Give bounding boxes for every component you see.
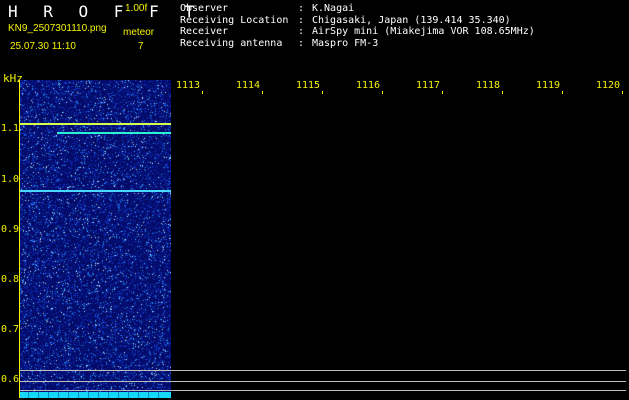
y-tick-0-7: 0.7: [1, 324, 20, 335]
observer-value: K.Nagai: [312, 3, 355, 14]
capture-datetime: 25.07.30 11:10: [10, 41, 76, 52]
signal-floor-tick: [98, 392, 99, 398]
spectrogram-panel: [20, 80, 171, 398]
x-tick-1117: 1117: [416, 80, 441, 91]
baseline-grid-2: [20, 381, 626, 382]
signal-floor-tick: [88, 392, 89, 398]
antenna-row: Receiving antenna : Maspro FM-3: [180, 38, 535, 50]
signal-floor-tick: [68, 392, 69, 398]
app-title: H R O F F T: [8, 2, 202, 21]
x-tick-1118: 1118: [476, 80, 501, 91]
y-tick-0-8: 0.8: [1, 274, 20, 285]
x-tick-1120: 1120: [596, 80, 621, 91]
x-tick-1115: 1115: [296, 80, 321, 91]
antenna-value: Maspro FM-3: [312, 37, 379, 49]
signal-floor-tick: [158, 392, 159, 398]
signal-floor-tick: [118, 392, 119, 398]
observer-separator: :: [298, 3, 305, 14]
x-tick-mark: [382, 91, 383, 94]
signal-floor-tick: [138, 392, 139, 398]
signal-floor-strip: [20, 392, 171, 398]
y-tick-1-0: 1.0: [1, 174, 20, 185]
signal-floor-tick: [48, 392, 49, 398]
location-label: Receiving Location: [180, 14, 289, 26]
x-tick-mark: [502, 91, 503, 94]
location-separator: :: [298, 14, 305, 26]
hrofft-window: H R O F F T 1.00f KN9_2507301110.png met…: [0, 0, 629, 400]
x-tick-mark: [202, 91, 203, 94]
antenna-label: Receiving antenna: [180, 37, 283, 49]
observer-label: Observer: [180, 3, 229, 14]
signal-floor-tick: [58, 392, 59, 398]
x-tick-1114: 1114: [236, 80, 261, 91]
receiver-value: AirSpy mini (Miakejima VOR 108.65MHz): [312, 26, 535, 37]
meteor-count: 7: [138, 41, 144, 52]
x-tick-1119: 1119: [536, 80, 561, 91]
x-tick-1116: 1116: [356, 80, 381, 91]
x-tick-mark: [442, 91, 443, 94]
location-value: Chigasaki, Japan (139.414 35.340): [312, 14, 511, 26]
signal-floor-tick: [148, 392, 149, 398]
y-tick-1-1: 1.1: [1, 123, 20, 134]
x-tick-mark: [622, 91, 623, 94]
signal-floor-tick: [28, 392, 29, 398]
signal-floor-tick: [38, 392, 39, 398]
y-tick-0-6: 0.6: [1, 374, 20, 385]
location-row: Receiving Location : Chigasaki, Japan (1…: [180, 15, 535, 27]
observer-info-panel: Observer : K.Nagai Receiving Location : …: [180, 3, 535, 49]
x-tick-mark: [562, 91, 563, 94]
baseline-grid-3: [20, 390, 626, 391]
x-tick-1113: 1113: [176, 80, 201, 91]
y-tick-0-9: 0.9: [1, 224, 20, 235]
observer-row: Observer : K.Nagai: [180, 3, 535, 15]
x-tick-mark: [322, 91, 323, 94]
spectrogram-canvas: [20, 80, 171, 398]
signal-floor-tick: [78, 392, 79, 398]
receiver-label: Receiver: [180, 26, 229, 37]
receiver-separator: :: [298, 26, 305, 37]
baseline-grid-1: [20, 370, 626, 371]
antenna-separator: :: [298, 37, 305, 49]
version-label: 1.00f: [125, 3, 148, 14]
signal-floor-tick: [128, 392, 129, 398]
meteor-label: meteor: [123, 27, 155, 38]
receiver-row: Receiver : AirSpy mini (Miakejima VOR 10…: [180, 26, 535, 38]
file-name: KN9_2507301110.png: [8, 23, 107, 34]
x-tick-mark: [262, 91, 263, 94]
signal-floor-tick: [108, 392, 109, 398]
